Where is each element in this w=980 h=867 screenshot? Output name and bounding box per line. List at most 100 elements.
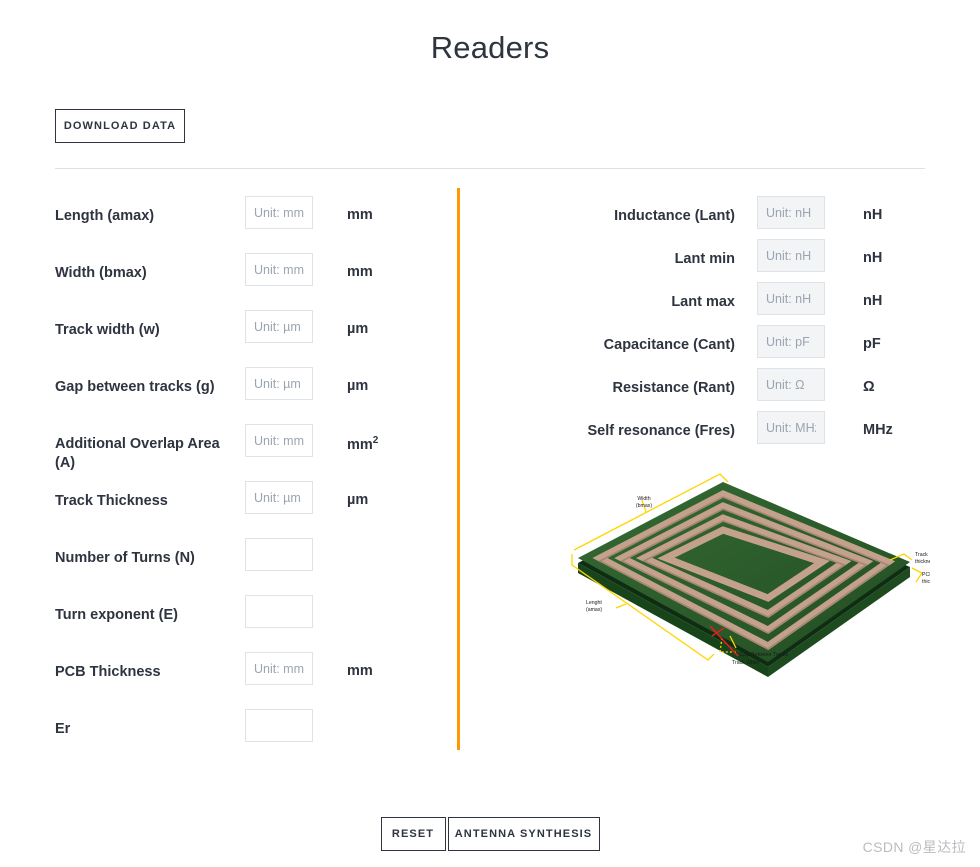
- field-input[interactable]: [245, 253, 313, 286]
- field-input[interactable]: [245, 538, 313, 571]
- field-control: [245, 709, 325, 742]
- field-control: [757, 282, 837, 315]
- field-input[interactable]: [245, 709, 313, 742]
- field-input[interactable]: [757, 282, 825, 315]
- field-unit: nH: [863, 196, 923, 223]
- field-input[interactable]: [757, 411, 825, 444]
- field-control: [757, 368, 837, 401]
- field-unit: mm: [347, 196, 417, 223]
- field-label: Capacitance (Cant): [603, 337, 735, 353]
- field-control: [245, 652, 325, 685]
- field-control: [757, 325, 837, 358]
- field-unit: [347, 538, 417, 549]
- form-row: Track Thickness µm: [55, 481, 445, 538]
- annotation-track-thickness-2: thickness: [915, 559, 930, 565]
- field-unit-exponent: 2: [372, 435, 379, 446]
- field-label: Inductance (Lant): [614, 208, 735, 224]
- annotation-length: Lenght: [586, 600, 602, 606]
- field-control: [757, 411, 837, 444]
- field-label: Lant max: [671, 294, 735, 310]
- annotation-pcb-thickness-2: thickness: [922, 579, 930, 585]
- form-row: Additional Overlap Area (A) mm2: [55, 424, 445, 481]
- field-control: [245, 538, 325, 571]
- field-label: Track width (w): [55, 322, 160, 338]
- form-row: Capacitance (Cant) pF: [495, 325, 925, 368]
- field-control: [245, 310, 325, 343]
- input-parameters-column: Length (amax) mm Width (bmax) mm Track width…: [55, 196, 445, 766]
- field-input[interactable]: [245, 424, 313, 457]
- field-input[interactable]: [245, 595, 313, 628]
- field-unit: mm: [347, 652, 417, 679]
- form-row: Track width (w) µm: [55, 310, 445, 367]
- field-input[interactable]: [757, 368, 825, 401]
- field-label: Er: [55, 721, 71, 737]
- annotation-track-thickness-1: Track: [915, 552, 928, 558]
- field-input[interactable]: [245, 652, 313, 685]
- form-row: Lant max nH: [495, 282, 925, 325]
- field-input[interactable]: [757, 196, 825, 229]
- field-unit: nH: [863, 239, 923, 266]
- form-row: Self resonance (Fres) MHz: [495, 411, 925, 454]
- field-unit-text: nH: [863, 250, 883, 266]
- field-control: [757, 239, 837, 272]
- field-input[interactable]: [245, 196, 313, 229]
- form-row: Inductance (Lant) nH: [495, 196, 925, 239]
- antenna-synthesis-button[interactable]: ANTENNA SYNTHESIS: [447, 817, 600, 851]
- field-unit: µm: [347, 481, 417, 508]
- field-label: Gap between tracks (g): [55, 379, 215, 395]
- form-row: Turn exponent (E): [55, 595, 445, 652]
- field-unit: mm2: [347, 424, 417, 453]
- field-label: Turn exponent (E): [55, 607, 178, 623]
- form-row: Gap between tracks (g) µm: [55, 367, 445, 424]
- field-unit-text: nH: [863, 207, 883, 223]
- header-divider: [55, 168, 925, 169]
- field-unit-text: mm: [347, 663, 373, 679]
- field-input[interactable]: [245, 367, 313, 400]
- field-label: Length (amax): [55, 208, 155, 224]
- field-unit-text: µm: [347, 492, 369, 508]
- field-control: [245, 253, 325, 286]
- field-unit: nH: [863, 282, 923, 309]
- field-label: Lant min: [674, 251, 735, 267]
- field-unit-text: µm: [347, 378, 369, 394]
- field-label: PCB Thickness: [55, 664, 161, 680]
- field-label: Resistance (Rant): [612, 380, 735, 396]
- form-row: Lant min nH: [495, 239, 925, 282]
- form-row: PCB Thickness mm: [55, 652, 445, 709]
- field-control: [245, 424, 325, 457]
- download-data-button[interactable]: DOWNLOAD DATA: [55, 109, 185, 143]
- field-unit: [347, 595, 417, 606]
- reset-button[interactable]: RESET: [380, 817, 446, 851]
- annotation-track-width: Track Width: [732, 660, 760, 666]
- field-unit: µm: [347, 367, 417, 394]
- field-unit-text: mm: [347, 436, 373, 453]
- field-unit: pF: [863, 325, 923, 352]
- field-control: [757, 196, 837, 229]
- field-label: Number of Turns (N): [55, 550, 195, 566]
- watermark: CSDN @星达拉: [862, 839, 966, 855]
- form-row: Er: [55, 709, 445, 766]
- form-row: Number of Turns (N): [55, 538, 445, 595]
- field-unit-text: mm: [347, 207, 373, 223]
- field-input[interactable]: [245, 310, 313, 343]
- field-unit-text: pF: [863, 336, 881, 352]
- field-input[interactable]: [245, 481, 313, 514]
- field-input[interactable]: [757, 239, 825, 272]
- app-root: Readers DOWNLOAD DATA Length (amax)mmWid…: [0, 0, 980, 867]
- field-control: [245, 367, 325, 400]
- field-unit: mm: [347, 253, 417, 280]
- results-column: Inductance (Lant) nH Lant min nH Lant max nH C…: [495, 196, 925, 454]
- field-label: Additional Overlap Area (A): [55, 436, 220, 471]
- annotation-width: Width: [637, 496, 650, 502]
- field-unit: [347, 709, 417, 720]
- field-unit-text: mm: [347, 264, 373, 280]
- pcb-antenna-diagram: Width (bmax) Lenght (amax) Track thickne…: [560, 470, 930, 690]
- annotation-width-sub: (bmax): [636, 503, 652, 509]
- field-unit-text: MHz: [863, 422, 893, 438]
- field-unit: MHz: [863, 411, 923, 438]
- field-label: Self resonance (Fres): [587, 423, 735, 439]
- field-input[interactable]: [757, 325, 825, 358]
- field-unit: µm: [347, 310, 417, 337]
- field-unit-text: nH: [863, 293, 883, 309]
- column-divider: [457, 188, 460, 750]
